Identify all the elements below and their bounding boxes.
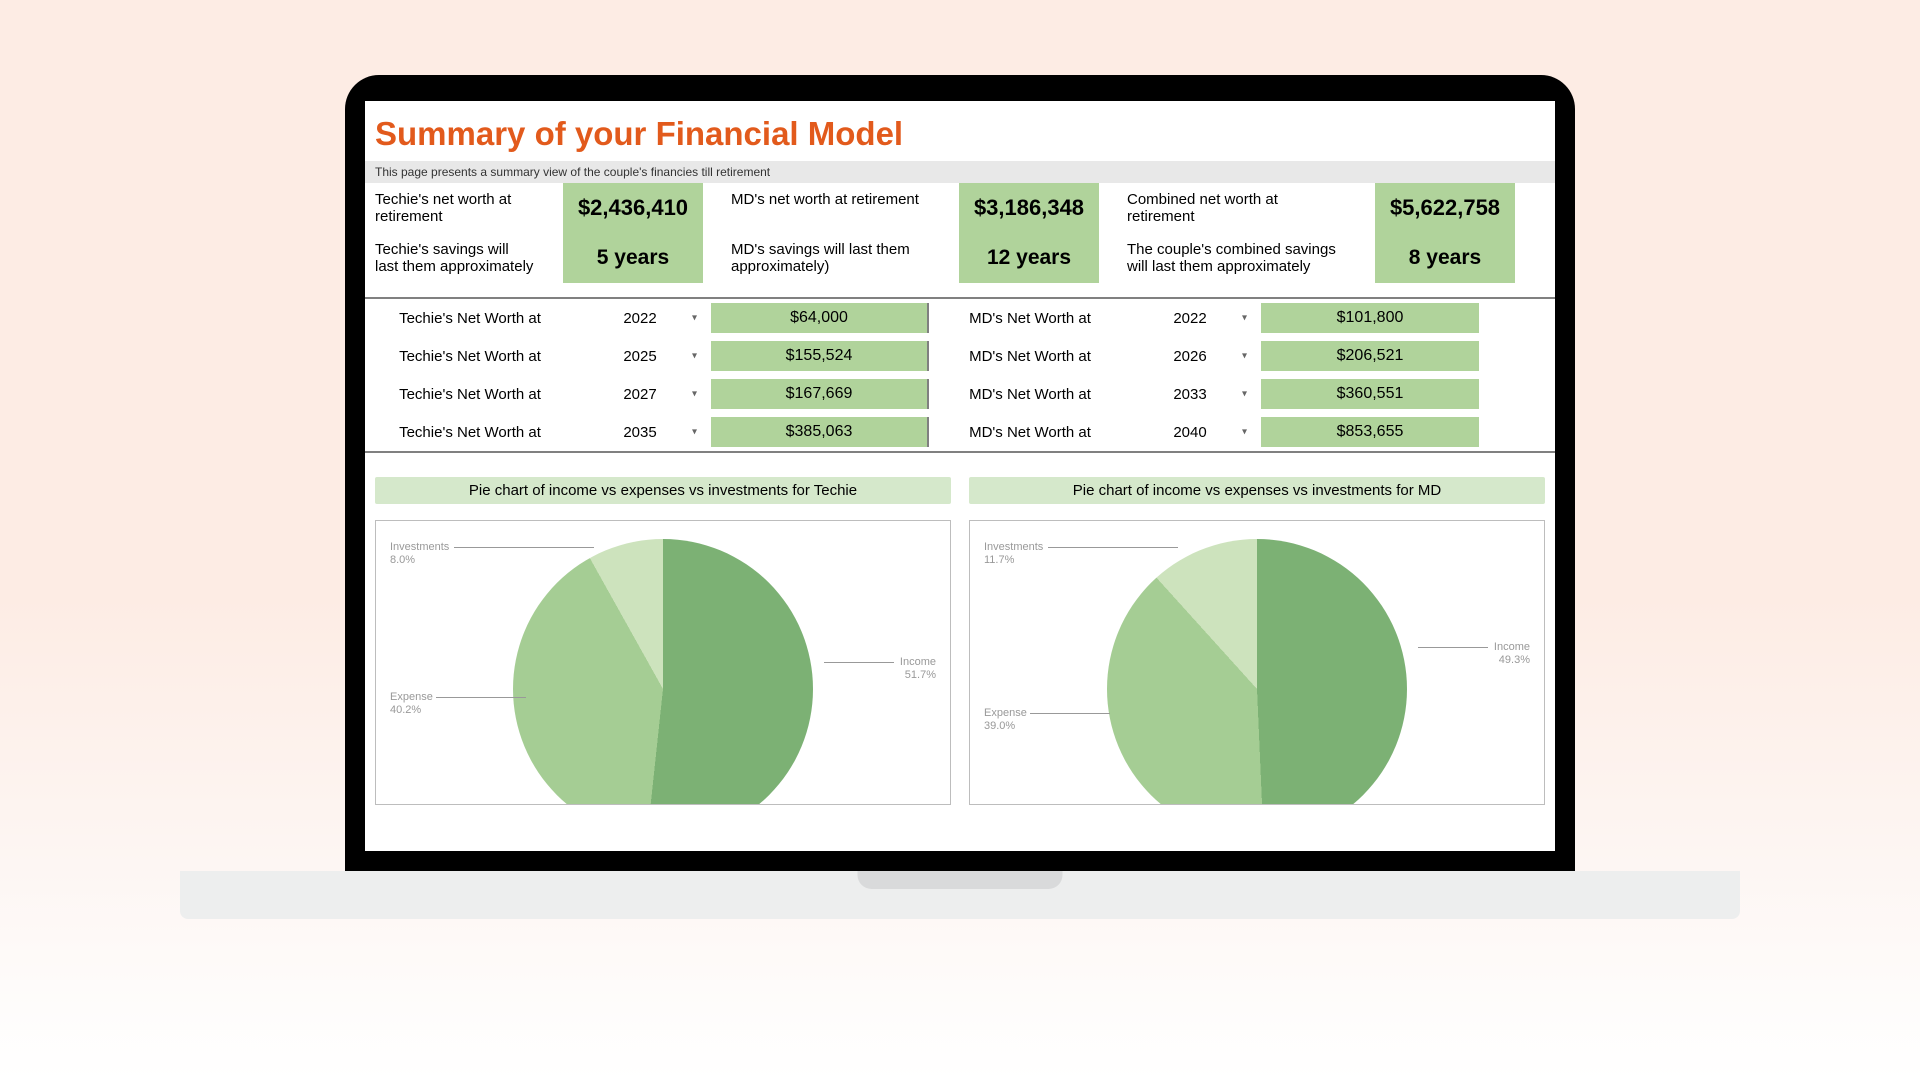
md-pie-chart: Pie chart of income vs expenses vs inves… [969, 477, 1545, 805]
kpi-label-combined-networth: Combined net worth at retirement [1117, 183, 1357, 233]
kpi-label-md-years: MD's savings will last them approximatel… [721, 233, 941, 283]
pie-graphic [513, 539, 813, 805]
page-subtitle: This page presents a summary view of the… [365, 161, 1555, 183]
document: Summary of your Financial Model This pag… [365, 101, 1555, 805]
amount-cell: $385,063 [711, 417, 929, 447]
amount-cell: $64,000 [711, 303, 929, 333]
chevron-down-icon: ▾ [692, 351, 697, 362]
pie-label-income: Income 51.7% [900, 656, 936, 682]
kpi-label-techie-years: Techie's savings will last them approxim… [365, 233, 545, 283]
kpi-label-md-networth: MD's net worth at retirement [721, 183, 941, 233]
year-dropdown[interactable]: 2025▾ [575, 337, 705, 375]
row-label: MD's Net Worth at [935, 413, 1125, 451]
row-label: MD's Net Worth at [935, 299, 1125, 337]
leader-line [454, 547, 594, 548]
chevron-down-icon: ▾ [692, 313, 697, 324]
leader-line [1418, 647, 1488, 648]
year-dropdown[interactable]: 2022▾ [1125, 299, 1255, 337]
kpi-label-techie-networth: Techie's net worth at retirement [365, 183, 545, 233]
kpi-label-combined-years: The couple's combined savings will last … [1117, 233, 1357, 283]
techie-pie-chart: Pie chart of income vs expenses vs inves… [375, 477, 951, 805]
chevron-down-icon: ▾ [692, 389, 697, 400]
year-dropdown[interactable]: 2040▾ [1125, 413, 1255, 451]
row-label: Techie's Net Worth at [365, 375, 575, 413]
laptop-notch [858, 871, 1063, 889]
kpi-value-techie-years: 5 years [563, 233, 703, 283]
chevron-down-icon: ▾ [1242, 313, 1247, 324]
table-row: Techie's Net Worth at 2022▾ $64,000 MD's… [365, 299, 1555, 337]
pie-graphic [1107, 539, 1407, 805]
leader-line [824, 662, 894, 663]
amount-cell: $155,524 [711, 341, 929, 371]
row-label: Techie's Net Worth at [365, 413, 575, 451]
pie-label-expense: Expense 39.0% [984, 707, 1027, 733]
networth-table: Techie's Net Worth at 2022▾ $64,000 MD's… [365, 297, 1555, 453]
year-dropdown[interactable]: 2027▾ [575, 375, 705, 413]
table-row: Techie's Net Worth at 2035▾ $385,063 MD'… [365, 413, 1555, 451]
chevron-down-icon: ▾ [1242, 351, 1247, 362]
amount-cell: $853,655 [1261, 417, 1479, 447]
leader-line [436, 697, 526, 698]
chart-title: Pie chart of income vs expenses vs inves… [375, 477, 951, 504]
row-label: Techie's Net Worth at [365, 337, 575, 375]
amount-cell: $360,551 [1261, 379, 1479, 409]
year-dropdown[interactable]: 2022▾ [575, 299, 705, 337]
kpi-value-techie-networth: $2,436,410 [563, 183, 703, 233]
amount-cell: $206,521 [1261, 341, 1479, 371]
pie-label-expense: Expense 40.2% [390, 691, 433, 717]
table-row: Techie's Net Worth at 2027▾ $167,669 MD'… [365, 375, 1555, 413]
laptop-frame: Summary of your Financial Model This pag… [345, 75, 1575, 919]
amount-cell: $101,800 [1261, 303, 1479, 333]
row-label: MD's Net Worth at [935, 375, 1125, 413]
page-title: Summary of your Financial Model [365, 101, 1555, 161]
chevron-down-icon: ▾ [1242, 427, 1247, 438]
amount-cell: $167,669 [711, 379, 929, 409]
leader-line [1048, 547, 1178, 548]
table-row: Techie's Net Worth at 2025▾ $155,524 MD'… [365, 337, 1555, 375]
kpi-value-md-networth: $3,186,348 [959, 183, 1099, 233]
pie-label-income: Income 49.3% [1494, 641, 1530, 667]
laptop-bezel: Summary of your Financial Model This pag… [345, 75, 1575, 871]
laptop-screen: Summary of your Financial Model This pag… [365, 101, 1555, 851]
row-label: MD's Net Worth at [935, 337, 1125, 375]
pie-label-investments: Investments 8.0% [390, 541, 449, 567]
chart-box: Investments 11.7% Expense 39.0% Income [969, 520, 1545, 805]
laptop-base [180, 871, 1740, 919]
kpi-grid: Techie's net worth at retirement $2,436,… [365, 183, 1555, 283]
kpi-value-combined-years: 8 years [1375, 233, 1515, 283]
chevron-down-icon: ▾ [692, 427, 697, 438]
chart-title: Pie chart of income vs expenses vs inves… [969, 477, 1545, 504]
row-label: Techie's Net Worth at [365, 299, 575, 337]
kpi-value-md-years: 12 years [959, 233, 1099, 283]
charts-row: Pie chart of income vs expenses vs inves… [365, 453, 1555, 805]
year-dropdown[interactable]: 2026▾ [1125, 337, 1255, 375]
year-dropdown[interactable]: 2035▾ [575, 413, 705, 451]
year-dropdown[interactable]: 2033▾ [1125, 375, 1255, 413]
pie-label-investments: Investments 11.7% [984, 541, 1043, 567]
kpi-value-combined-networth: $5,622,758 [1375, 183, 1515, 233]
leader-line [1030, 713, 1110, 714]
chevron-down-icon: ▾ [1242, 389, 1247, 400]
chart-box: Investments 8.0% Expense 40.2% Income [375, 520, 951, 805]
